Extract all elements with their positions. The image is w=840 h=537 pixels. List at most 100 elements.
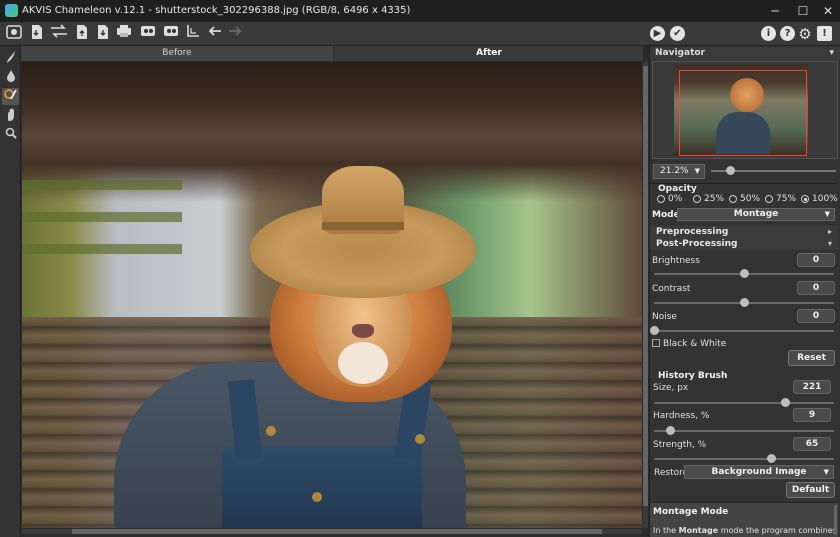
run-button[interactable]: ▶ bbox=[650, 26, 665, 41]
size-slider[interactable] bbox=[654, 402, 834, 404]
hardness-slider[interactable] bbox=[654, 430, 834, 432]
black-white-label: Black & White bbox=[663, 339, 727, 349]
brightness-label: Brightness bbox=[652, 256, 700, 266]
selection-brush-tool-icon[interactable] bbox=[2, 50, 19, 67]
preprocessing-expander[interactable]: Preprocessing ▸ bbox=[650, 226, 838, 238]
overall-button bbox=[415, 434, 425, 444]
straw-hat-band bbox=[322, 222, 404, 230]
print-icon[interactable] bbox=[114, 24, 134, 44]
history-brush-tool-icon[interactable] bbox=[2, 88, 19, 105]
mode-label: Mode bbox=[652, 210, 680, 220]
about-button[interactable]: i bbox=[761, 26, 776, 41]
mode-value: Montage bbox=[733, 209, 779, 219]
black-white-checkbox[interactable] bbox=[652, 339, 660, 347]
redo-icon[interactable] bbox=[225, 24, 245, 44]
opacity-radio-25[interactable] bbox=[693, 195, 701, 203]
zoom-tool-icon[interactable] bbox=[2, 127, 19, 144]
default-button[interactable]: Default bbox=[786, 482, 835, 498]
help-text: In the Montage mode the program combines bbox=[653, 526, 837, 535]
zoom-select[interactable]: 21.2% ▼ bbox=[653, 164, 705, 179]
apply-button[interactable]: ✔ bbox=[670, 26, 685, 41]
shed-siding bbox=[22, 180, 182, 190]
navigator-header: Navigator ▾ bbox=[650, 47, 840, 60]
strength-input[interactable]: 65 bbox=[793, 437, 831, 451]
opacity-option-label: 0% bbox=[668, 194, 683, 204]
contrast-input[interactable]: 0 bbox=[797, 281, 835, 295]
load-selection-icon[interactable] bbox=[138, 24, 158, 44]
hardness-input[interactable]: 9 bbox=[793, 408, 831, 422]
open-file-icon[interactable] bbox=[27, 24, 47, 44]
horizontal-scroll-thumb[interactable] bbox=[72, 529, 602, 534]
view-tabs: Before After bbox=[21, 46, 643, 61]
help-title: Montage Mode bbox=[653, 507, 729, 517]
navigator-viewport-frame[interactable] bbox=[679, 70, 807, 156]
transform-icon[interactable] bbox=[183, 24, 203, 44]
swap-images-icon[interactable] bbox=[49, 24, 69, 44]
lion-nose bbox=[352, 324, 374, 338]
strength-slider-handle[interactable] bbox=[767, 454, 776, 463]
size-input[interactable]: 221 bbox=[793, 380, 831, 394]
opacity-options: 0% 25% 50% 75% 100% bbox=[657, 194, 838, 205]
drop-tool-icon[interactable] bbox=[2, 69, 19, 86]
zoom-value: 21.2% bbox=[660, 166, 689, 176]
postprocessing-expander[interactable]: Post-Processing ▾ bbox=[650, 238, 838, 250]
preferences-button[interactable]: ⚙ bbox=[795, 24, 815, 44]
brightness-slider-handle[interactable] bbox=[740, 269, 749, 278]
preprocessing-label: Preprocessing bbox=[656, 227, 729, 237]
vertical-scroll-thumb[interactable] bbox=[643, 66, 648, 506]
chevron-down-icon: ▼ bbox=[823, 468, 829, 476]
restore-value: Background Image bbox=[711, 467, 807, 477]
opacity-radio-100[interactable] bbox=[801, 195, 809, 203]
undo-icon[interactable] bbox=[205, 24, 225, 44]
save-selection-icon[interactable] bbox=[161, 24, 181, 44]
opacity-label: Opacity bbox=[658, 184, 697, 194]
navigator-title: Navigator bbox=[655, 48, 705, 58]
overall-button bbox=[266, 426, 276, 436]
help-scrollbar[interactable] bbox=[834, 505, 837, 535]
mode-select[interactable]: Montage ▼ bbox=[677, 208, 835, 221]
opacity-option-label: 100% bbox=[812, 194, 838, 204]
tab-after[interactable]: After bbox=[335, 46, 643, 61]
help-button[interactable]: ? bbox=[780, 26, 795, 41]
contrast-label: Contrast bbox=[652, 284, 691, 294]
tab-before[interactable]: Before bbox=[21, 46, 334, 61]
help-panel: Montage Mode In the Montage mode the pro… bbox=[650, 502, 838, 537]
chevron-down-icon: ▾ bbox=[827, 239, 832, 248]
home-icon[interactable] bbox=[4, 24, 24, 44]
lion-muzzle bbox=[338, 342, 388, 384]
close-button[interactable]: ✕ bbox=[813, 1, 840, 21]
noise-slider[interactable] bbox=[654, 330, 834, 332]
opacity-radio-0[interactable] bbox=[657, 195, 665, 203]
opacity-radio-50[interactable] bbox=[729, 195, 737, 203]
overall-button bbox=[312, 492, 322, 502]
chevron-right-icon: ▸ bbox=[827, 227, 832, 236]
open-background-icon[interactable] bbox=[72, 24, 92, 44]
opacity-option-label: 50% bbox=[740, 194, 761, 204]
contrast-slider-handle[interactable] bbox=[740, 298, 749, 307]
noise-input[interactable]: 0 bbox=[797, 309, 835, 323]
app-logo-icon bbox=[5, 4, 18, 17]
shed-siding bbox=[22, 212, 182, 222]
brightness-input[interactable]: 0 bbox=[797, 253, 835, 267]
hardness-label: Hardness, % bbox=[653, 411, 710, 421]
navigator-collapse-icon[interactable]: ▾ bbox=[829, 47, 834, 60]
strength-label: Strength, % bbox=[653, 440, 707, 450]
noise-slider-handle[interactable] bbox=[650, 326, 659, 335]
history-brush-title: History Brush bbox=[658, 371, 728, 381]
reset-button[interactable]: Reset bbox=[788, 350, 835, 366]
opacity-option-label: 25% bbox=[704, 194, 725, 204]
chevron-down-icon: ▼ bbox=[824, 210, 830, 218]
notifications-button[interactable]: ! bbox=[817, 26, 832, 41]
hand-tool-icon[interactable] bbox=[2, 108, 19, 125]
image-canvas[interactable] bbox=[22, 62, 642, 528]
postprocessing-label: Post-Processing bbox=[656, 239, 738, 249]
opacity-radio-75[interactable] bbox=[765, 195, 773, 203]
minimize-button[interactable]: ─ bbox=[760, 1, 790, 21]
strength-slider[interactable] bbox=[654, 458, 834, 460]
restore-select[interactable]: Background Image ▼ bbox=[684, 465, 834, 479]
opacity-option-label: 75% bbox=[776, 194, 797, 204]
zoom-slider-handle[interactable] bbox=[725, 166, 735, 175]
size-label: Size, px bbox=[653, 383, 689, 393]
save-file-icon[interactable] bbox=[93, 24, 113, 44]
window-title: AKVIS Chameleon v.12.1 - shutterstock_30… bbox=[22, 5, 411, 16]
